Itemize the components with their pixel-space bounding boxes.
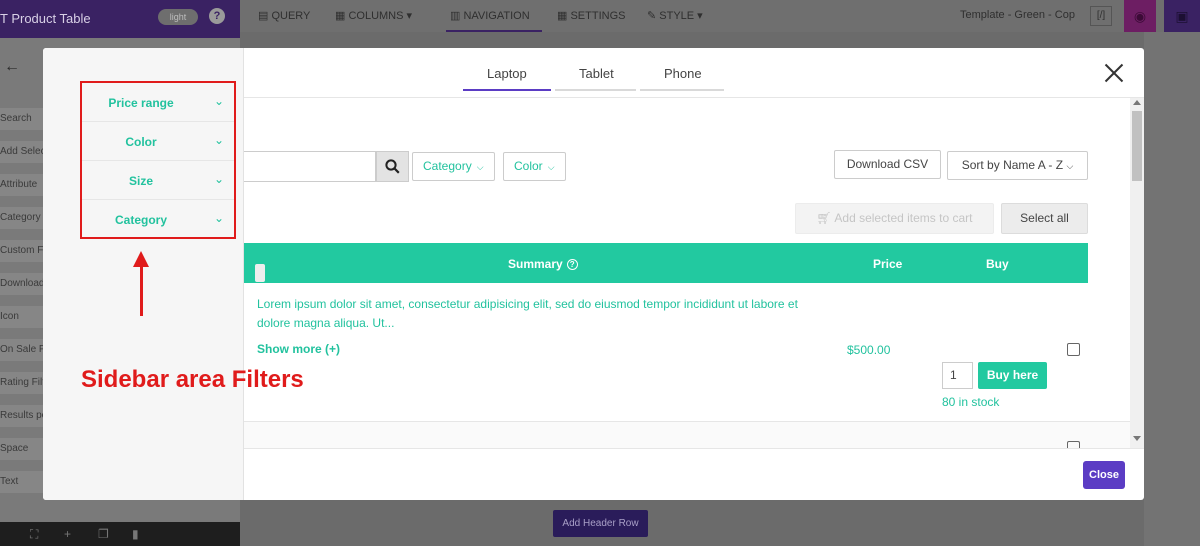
chevron-down-icon: ⌵ xyxy=(547,162,555,172)
filter-sidebar: Price range ⌄ Color ⌄ Size ⌄ Category ⌄ … xyxy=(43,48,304,500)
show-more-link[interactable]: Show more (+) xyxy=(257,342,340,356)
toolbar-style[interactable]: ✎ STYLE ▾ xyxy=(647,9,703,22)
column-price: Price xyxy=(873,257,903,271)
list-item[interactable]: Download xyxy=(0,273,48,295)
row-checkbox[interactable] xyxy=(1067,441,1080,448)
search-input[interactable] xyxy=(244,151,376,182)
chevron-down-icon: ⌵ xyxy=(476,162,484,172)
column-drag-handle[interactable] xyxy=(255,264,265,282)
help-icon[interactable]: ? xyxy=(566,259,578,270)
help-icon[interactable]: ? xyxy=(209,8,225,24)
list-item[interactable]: Attribute xyxy=(0,174,48,196)
columns-icon: ▦ xyxy=(335,10,349,22)
tab-underline xyxy=(640,89,724,91)
close-button[interactable]: Close xyxy=(1083,461,1125,489)
save-icon[interactable]: ▣ xyxy=(1164,0,1200,32)
chevron-down-icon: ⌵ xyxy=(1066,161,1074,171)
table-row xyxy=(244,422,1130,448)
scroll-down-icon[interactable] xyxy=(1133,436,1141,441)
fullscreen-icon[interactable]: ⛶ xyxy=(30,527,38,542)
tab-phone[interactable]: Phone xyxy=(664,66,702,81)
editor-bottom-bar: ⛶ + ❐ ▮ xyxy=(0,522,240,546)
trash-icon[interactable]: ▮ xyxy=(132,527,139,541)
buy-here-button[interactable]: Buy here xyxy=(978,362,1047,389)
navigation-icon: ▥ xyxy=(450,10,464,22)
chevron-down-icon: ⌄ xyxy=(213,94,224,108)
editor-sidebar-header: T Product Table light ? xyxy=(0,0,240,38)
list-item[interactable]: Icon xyxy=(0,306,48,328)
copy-icon[interactable]: ❐ xyxy=(98,527,109,541)
cart-icon: 🛒︎ xyxy=(816,211,835,225)
tab-active-underline xyxy=(463,89,551,91)
theme-toggle[interactable]: light xyxy=(158,9,198,25)
annotation-label: Sidebar area Filters xyxy=(81,366,304,393)
column-summary: Summary? xyxy=(508,257,578,271)
tab-laptop[interactable]: Laptop xyxy=(487,66,527,81)
sort-dropdown[interactable]: Sort by Name A - Z ⌵ xyxy=(947,151,1088,180)
color-dropdown[interactable]: Color ⌵ xyxy=(503,152,566,181)
list-item[interactable]: Results pe xyxy=(0,405,48,427)
preview-modal: Price range ⌄ Color ⌄ Size ⌄ Category ⌄ … xyxy=(43,48,1144,500)
scrollbar-thumb[interactable] xyxy=(1132,111,1142,181)
list-item[interactable]: Text xyxy=(0,471,48,493)
code-icon[interactable]: [/] xyxy=(1090,6,1112,26)
toolbar-active-indicator xyxy=(446,30,542,32)
filter-category[interactable]: Category ⌄ xyxy=(82,200,234,239)
filter-size[interactable]: Size ⌄ xyxy=(82,161,234,200)
list-item[interactable]: Rating Filt xyxy=(0,372,48,394)
row-checkbox[interactable] xyxy=(1067,343,1080,356)
filter-price-range[interactable]: Price range ⌄ xyxy=(82,83,234,122)
preview-eye-icon[interactable]: ◉ xyxy=(1124,0,1156,32)
add-header-row-button[interactable]: Add Header Row xyxy=(553,510,648,537)
editor-toolbar: ▤ QUERY ▦ COLUMNS ▾ ▥ NAVIGATION ▦ SETTI… xyxy=(240,0,1200,32)
chevron-down-icon: ⌄ xyxy=(213,211,224,225)
tab-underline xyxy=(555,89,636,91)
modal-divider xyxy=(244,97,1144,98)
settings-icon: ▦ xyxy=(557,10,571,22)
filter-color[interactable]: Color ⌄ xyxy=(82,122,234,161)
row-summary: Lorem ipsum dolor sit amet, consectetur … xyxy=(257,297,798,330)
app-title: T Product Table xyxy=(0,11,91,26)
template-name[interactable]: Template - Green - Cop xyxy=(960,9,1075,21)
filter-highlight-box: Price range ⌄ Color ⌄ Size ⌄ Category ⌄ xyxy=(80,81,236,239)
arrow-left-icon[interactable]: ← xyxy=(4,58,20,76)
list-item[interactable]: Category xyxy=(0,207,48,229)
query-icon: ▤ xyxy=(258,10,272,22)
list-item[interactable]: Search xyxy=(0,108,48,130)
list-item[interactable]: Custom Fi xyxy=(0,240,48,262)
tab-tablet[interactable]: Tablet xyxy=(579,66,614,81)
search-button[interactable] xyxy=(376,151,409,182)
editor-element-list: ← Search Add Selec Attribute Category Cu… xyxy=(0,48,48,508)
column-buy: Buy xyxy=(986,257,1009,271)
list-item[interactable]: Space xyxy=(0,438,48,460)
toolbar-navigation[interactable]: ▥ NAVIGATION xyxy=(450,9,530,22)
toolbar-query[interactable]: ▤ QUERY xyxy=(258,9,310,22)
chevron-down-icon: ⌄ xyxy=(213,172,224,186)
close-icon[interactable] xyxy=(1103,62,1125,84)
modal-footer-divider xyxy=(244,448,1144,449)
editor-right-panel xyxy=(1144,32,1200,546)
table-header: Summary? Price Buy xyxy=(244,243,1088,283)
toolbar-settings[interactable]: ▦ SETTINGS xyxy=(557,9,625,22)
scroll-up-icon[interactable] xyxy=(1133,100,1141,105)
search-icon xyxy=(385,159,400,174)
category-dropdown[interactable]: Category ⌵ xyxy=(412,152,495,181)
annotation-arrow-shaft xyxy=(140,264,143,316)
list-item[interactable]: Add Selec xyxy=(0,141,48,163)
list-item[interactable]: On Sale Fi xyxy=(0,339,48,361)
style-icon: ✎ xyxy=(647,10,660,22)
stock-status: 80 in stock xyxy=(942,395,1000,409)
add-icon[interactable]: + xyxy=(64,527,71,541)
select-all-button[interactable]: Select all xyxy=(1001,203,1088,234)
add-to-cart-button[interactable]: 🛒︎ Add selected items to cart xyxy=(795,203,994,234)
chevron-down-icon: ⌄ xyxy=(213,133,224,147)
row-price: $500.00 xyxy=(847,343,891,357)
download-csv-button[interactable]: Download CSV xyxy=(834,150,941,179)
quantity-input[interactable]: 1 xyxy=(942,362,973,389)
toolbar-columns[interactable]: ▦ COLUMNS ▾ xyxy=(335,9,412,22)
